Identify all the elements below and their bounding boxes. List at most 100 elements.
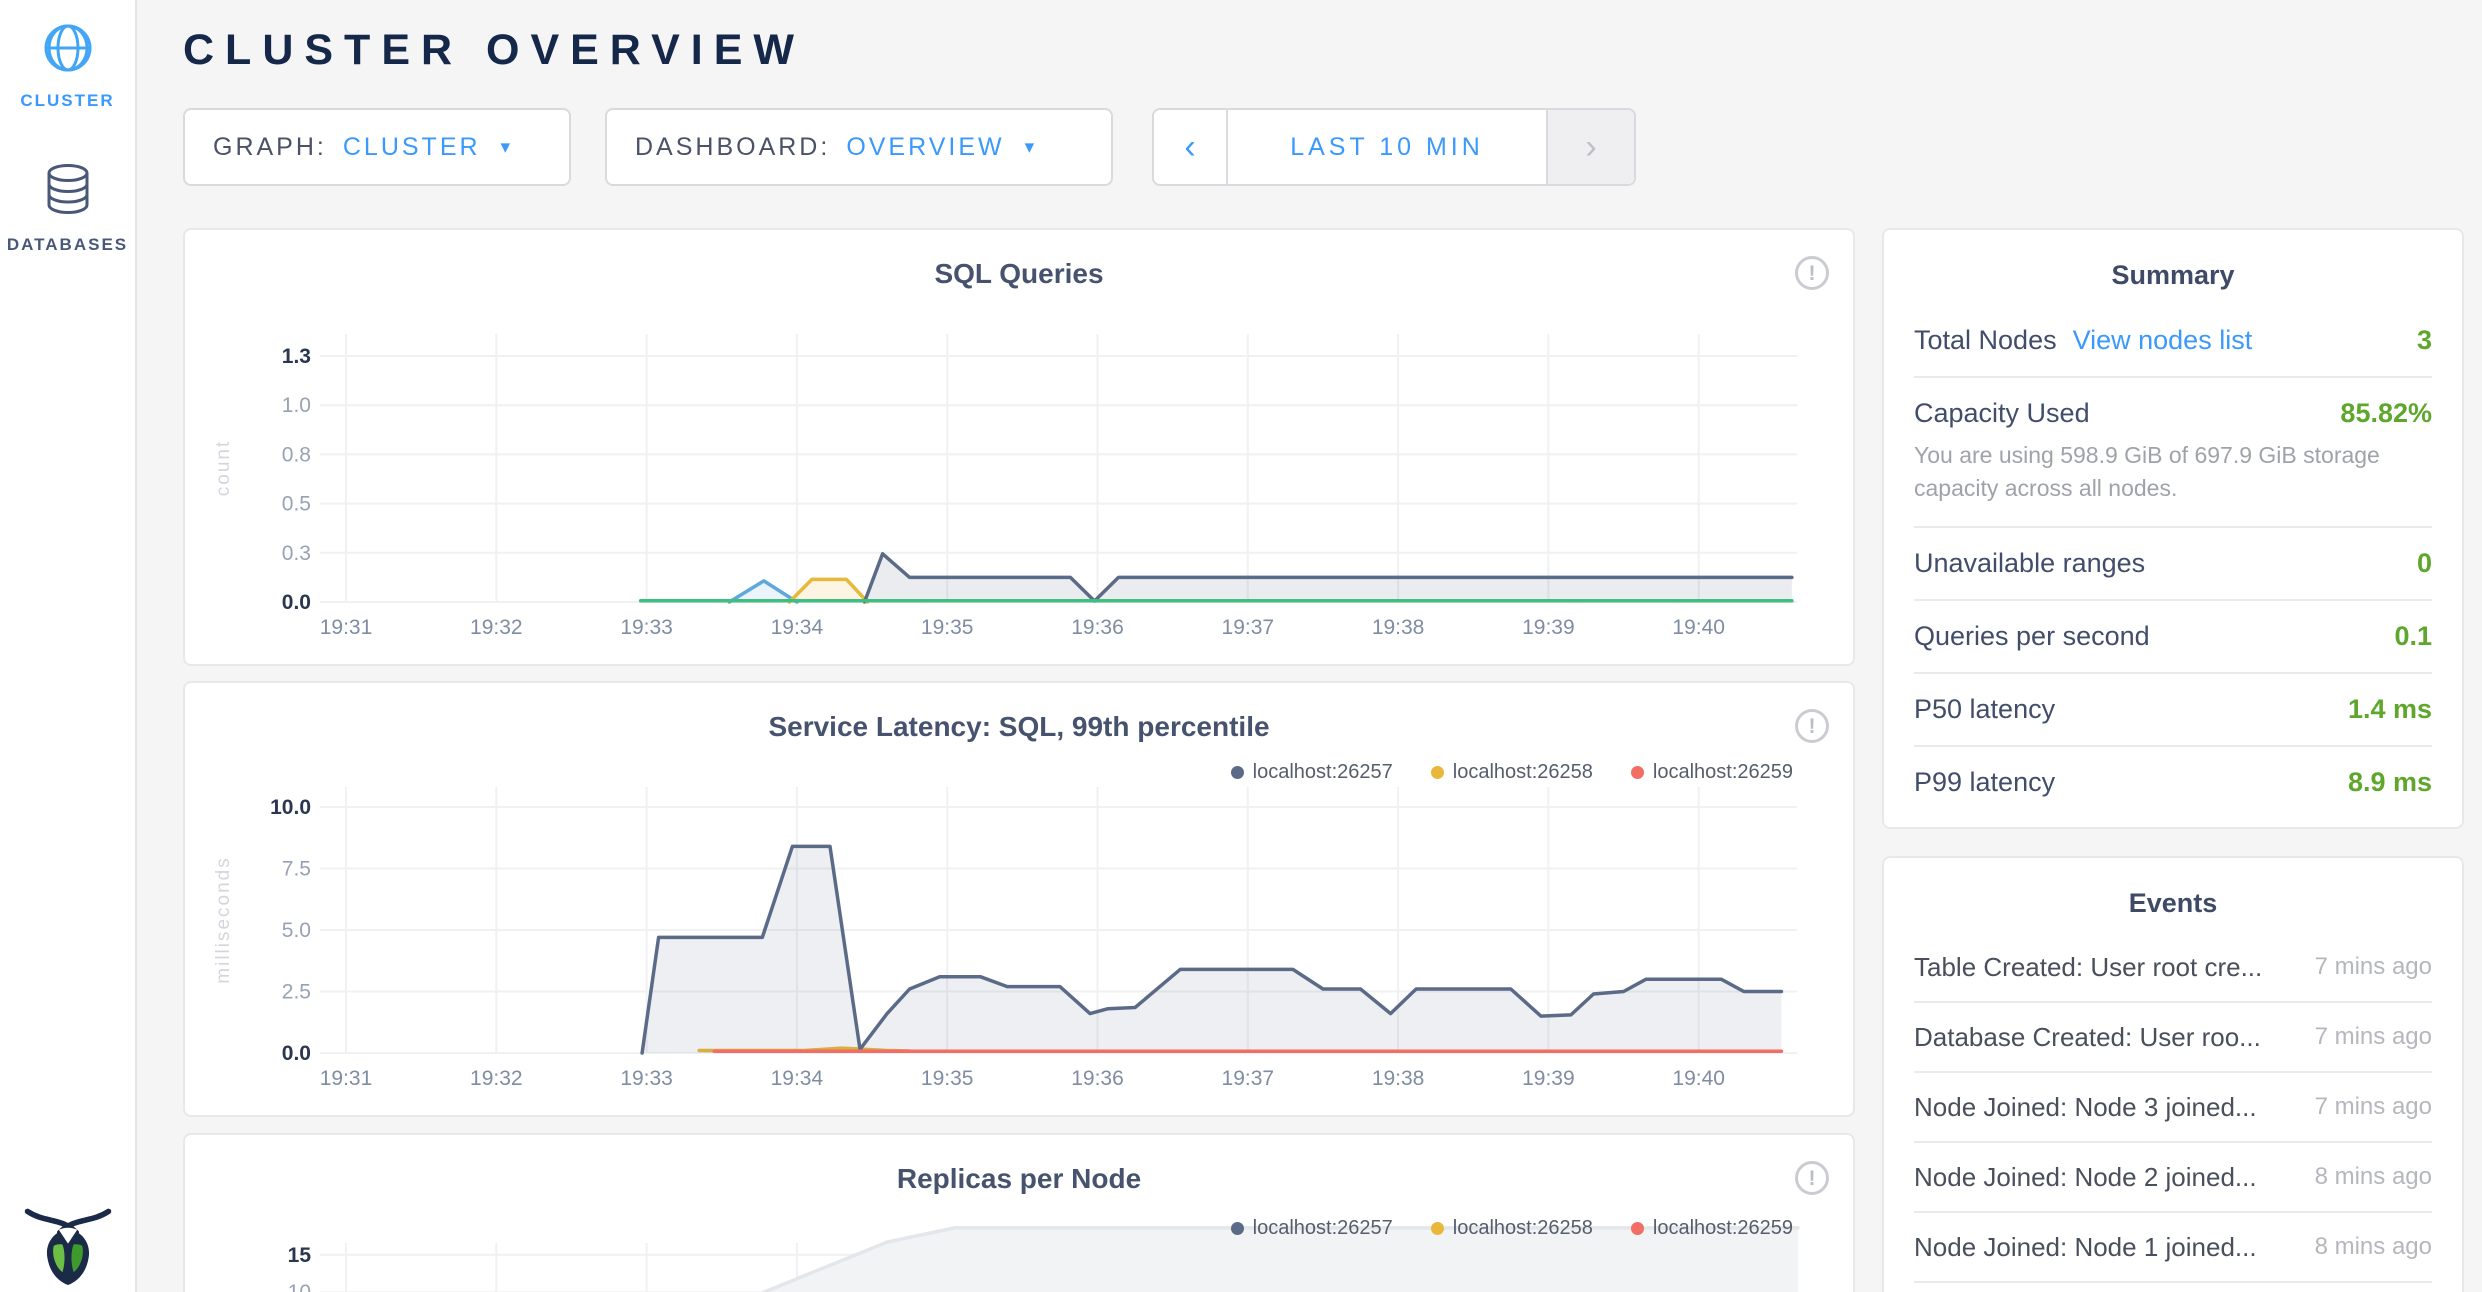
legend-item[interactable]: localhost:26258 xyxy=(1431,761,1593,784)
time-range-prev-button[interactable]: ‹ xyxy=(1154,110,1228,184)
globe-icon xyxy=(40,20,96,81)
info-icon[interactable]: ! xyxy=(1795,709,1829,743)
svg-text:0.8: 0.8 xyxy=(282,443,311,466)
chart-title: Replicas per Node xyxy=(185,1163,1853,1195)
sidebar-item-label: CLUSTER xyxy=(0,91,135,111)
svg-text:1.0: 1.0 xyxy=(282,394,311,417)
legend-item[interactable]: localhost:26257 xyxy=(1231,761,1393,784)
event-text: Database Created: User roo... xyxy=(1914,1022,2297,1053)
event-text: Node Joined: Node 1 joined... xyxy=(1914,1232,2297,1263)
event-row: Table Created: User root cre...7 mins ag… xyxy=(1914,933,2432,1003)
time-range-value[interactable]: LAST 10 MIN xyxy=(1228,110,1546,184)
summary-panel: Summary Total NodesView nodes list3Capac… xyxy=(1882,228,2464,829)
svg-text:19:38: 19:38 xyxy=(1372,616,1425,639)
legend-dot-icon xyxy=(1631,1222,1644,1235)
summary-row: Total NodesView nodes list3 xyxy=(1914,305,2432,378)
replicas-per-node-chart-card: 19:3119:3219:3319:3419:3519:3619:3719:38… xyxy=(183,1133,1855,1292)
dashboard-dropdown-label: DASHBOARD: xyxy=(635,133,830,162)
legend-item[interactable]: localhost:26258 xyxy=(1431,1217,1593,1240)
graph-dropdown[interactable]: GRAPH: CLUSTER ▾ xyxy=(183,108,571,186)
svg-text:19:34: 19:34 xyxy=(771,616,824,639)
summary-title: Summary xyxy=(1884,230,2462,291)
svg-text:19:37: 19:37 xyxy=(1222,616,1275,639)
summary-row-label: Capacity Used xyxy=(1914,398,2090,429)
svg-text:19:34: 19:34 xyxy=(771,1067,824,1090)
svg-text:0.0: 0.0 xyxy=(282,1042,311,1065)
chevron-down-icon: ▾ xyxy=(1025,136,1035,159)
summary-row: Queries per second0.1 xyxy=(1914,601,2432,674)
event-row: Node Joined: Node 2 joined...8 mins ago xyxy=(1914,1143,2432,1213)
svg-text:19:33: 19:33 xyxy=(620,1067,673,1090)
events-title: Events xyxy=(1884,858,2462,919)
summary-row-label: Unavailable ranges xyxy=(1914,548,2145,579)
summary-row-value: 8.9 ms xyxy=(2348,767,2432,798)
event-time: 7 mins ago xyxy=(2315,953,2432,981)
legend-dot-icon xyxy=(1631,766,1644,779)
summary-row-value: 0 xyxy=(2417,548,2432,579)
cluster-overview-page: CLUSTER DATABASES xyxy=(0,0,2482,1292)
svg-text:19:32: 19:32 xyxy=(470,1067,523,1090)
summary-row-value: 3 xyxy=(2417,325,2432,356)
chart-legend: localhost:26257 localhost:26258 localhost:… xyxy=(1231,1217,1793,1240)
sidebar-item-label: DATABASES xyxy=(0,235,135,255)
dashboard-dropdown[interactable]: DASHBOARD: OVERVIEW ▾ xyxy=(605,108,1113,186)
svg-text:19:40: 19:40 xyxy=(1672,616,1725,639)
database-icon xyxy=(40,160,96,225)
chart-title: SQL Queries xyxy=(185,258,1853,290)
legend-item[interactable]: localhost:26257 xyxy=(1231,1217,1393,1240)
summary-row: P99 latency8.9 ms xyxy=(1914,747,2432,818)
event-time: 7 mins ago xyxy=(2315,1023,2432,1051)
svg-text:19:38: 19:38 xyxy=(1372,1067,1425,1090)
svg-text:milliseconds: milliseconds xyxy=(213,856,234,983)
svg-text:15: 15 xyxy=(288,1244,312,1267)
svg-text:5.0: 5.0 xyxy=(282,919,311,942)
sidebar-item-databases[interactable]: DATABASES xyxy=(0,160,135,255)
legend-dot-icon xyxy=(1231,1222,1244,1235)
sidebar-item-cluster[interactable]: CLUSTER xyxy=(0,20,135,111)
sql-queries-chart-plot: 19:3119:3219:3319:3419:3519:3619:3719:38… xyxy=(185,230,1855,666)
time-range-selector: ‹ LAST 10 MIN › xyxy=(1152,108,1636,186)
summary-row: P50 latency1.4 ms xyxy=(1914,674,2432,747)
cockroachdb-logo xyxy=(0,1190,135,1292)
event-time: 8 mins ago xyxy=(2315,1233,2432,1261)
event-text: Node Joined: Node 2 joined... xyxy=(1914,1162,2297,1193)
summary-row-subtext: You are using 598.9 GiB of 697.9 GiB sto… xyxy=(1914,439,2394,506)
page-title: CLUSTER OVERVIEW xyxy=(183,26,805,75)
event-time: 7 mins ago xyxy=(2315,1093,2432,1121)
svg-text:19:31: 19:31 xyxy=(320,616,373,639)
summary-row-label: P50 latency xyxy=(1914,694,2055,725)
info-icon[interactable]: ! xyxy=(1795,256,1829,290)
svg-text:19:35: 19:35 xyxy=(921,616,974,639)
chart-legend: localhost:26257 localhost:26258 localhost:… xyxy=(1231,761,1793,784)
graph-dropdown-value: CLUSTER xyxy=(343,133,481,162)
svg-text:19:40: 19:40 xyxy=(1672,1067,1725,1090)
service-latency-chart-plot: 19:3119:3219:3319:3419:3519:3619:3719:38… xyxy=(185,683,1855,1117)
svg-text:10: 10 xyxy=(288,1281,311,1292)
events-panel: Events Table Created: User root cre...7 … xyxy=(1882,856,2464,1292)
sidebar: CLUSTER DATABASES xyxy=(0,0,137,1292)
summary-row-value: 0.1 xyxy=(2394,621,2432,652)
legend-dot-icon xyxy=(1431,1222,1444,1235)
event-row: Node Joined: Node 3 joined... 7 mins ago xyxy=(1914,1073,2432,1143)
view-nodes-list-link[interactable]: View nodes list xyxy=(2073,325,2253,356)
svg-text:count: count xyxy=(213,440,234,496)
legend-item[interactable]: localhost:26259 xyxy=(1631,1217,1793,1240)
svg-text:19:36: 19:36 xyxy=(1071,1067,1124,1090)
svg-text:7.5: 7.5 xyxy=(282,858,311,881)
svg-text:0.3: 0.3 xyxy=(282,542,311,565)
svg-text:19:36: 19:36 xyxy=(1071,616,1124,639)
svg-text:1.3: 1.3 xyxy=(282,345,311,368)
svg-text:0.0: 0.0 xyxy=(282,591,311,614)
event-row: Node Joined: Node 1 joined... 8 mins ago xyxy=(1914,1213,2432,1283)
svg-text:0.5: 0.5 xyxy=(282,493,311,516)
info-icon[interactable]: ! xyxy=(1795,1161,1829,1195)
time-range-next-button[interactable]: › xyxy=(1546,110,1634,184)
legend-dot-icon xyxy=(1431,766,1444,779)
summary-row: Capacity Used85.82%You are using 598.9 G… xyxy=(1914,378,2432,528)
chart-title: Service Latency: SQL, 99th percentile xyxy=(185,711,1853,743)
service-latency-chart-card: 19:3119:3219:3319:3419:3519:3619:3719:38… xyxy=(183,681,1855,1117)
event-row: Database Created: User roo... 7 mins ago xyxy=(1914,1003,2432,1073)
legend-item[interactable]: localhost:26259 xyxy=(1631,761,1793,784)
legend-dot-icon xyxy=(1231,766,1244,779)
event-text: Node Joined: Node 3 joined... xyxy=(1914,1092,2297,1123)
